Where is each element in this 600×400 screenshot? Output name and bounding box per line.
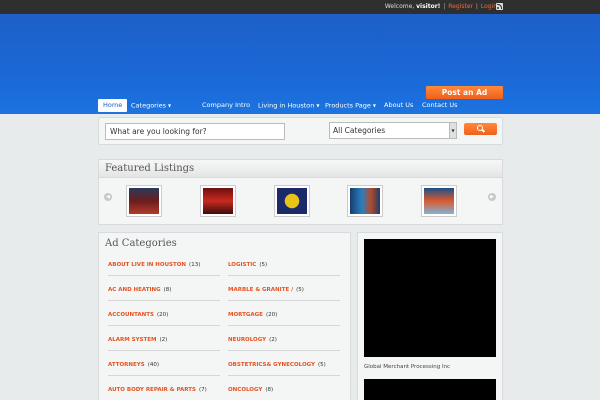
category-count: (7) xyxy=(199,387,207,393)
category-select[interactable]: All Categories ▼ xyxy=(329,122,457,139)
nav-home-label: Home xyxy=(103,101,123,109)
category-item[interactable]: MARBLE & GRANITE / (5) xyxy=(228,287,340,301)
category-name: AC AND HEATING xyxy=(108,287,161,293)
featured-title: Featured Listings xyxy=(105,163,195,174)
category-item[interactable]: NEUROLOGY (2) xyxy=(228,337,340,351)
nav-company-intro-label: Company Intro xyxy=(202,101,251,109)
category-name: ACCOUNTANTS xyxy=(108,312,154,318)
category-name: OBSTETRICS& GYNECOLOGY xyxy=(228,362,315,368)
welcome-text: Welcome, xyxy=(384,3,415,10)
top-bar: Welcome, visitor! | Register | Login | xyxy=(0,0,600,14)
separator: | xyxy=(475,3,478,10)
category-count: (20) xyxy=(156,312,169,318)
listing-thumbnail[interactable] xyxy=(126,185,162,217)
category-name: LOGISTIC xyxy=(228,262,257,268)
chevron-down-icon: ▼ xyxy=(168,103,172,108)
category-count: (13) xyxy=(189,262,201,268)
search-icon xyxy=(477,125,483,131)
category-select-value: All Categories xyxy=(333,126,386,135)
listing-image xyxy=(203,188,233,214)
featured-listings: Featured Listings ◀ ▶ xyxy=(98,159,503,225)
ad-categories-title: Ad Categories xyxy=(105,238,177,249)
category-name: ATTORNEYS xyxy=(108,362,145,368)
search-button[interactable] xyxy=(464,123,497,135)
category-item[interactable]: ACCOUNTANTS (20) xyxy=(108,312,220,326)
rss-icon[interactable] xyxy=(496,3,503,10)
category-count: (40) xyxy=(147,362,159,368)
nav-categories[interactable]: Categories ▼ xyxy=(131,99,171,112)
sidebar: Global Merchant Processing Inc xyxy=(357,232,503,400)
nav-products-label: Products Page xyxy=(325,101,371,110)
category-name: MORTGAGE xyxy=(228,312,263,318)
category-count: (8) xyxy=(265,387,274,393)
category-item[interactable]: AC AND HEATING (8) xyxy=(108,287,220,301)
listing-image xyxy=(277,188,307,214)
listing-image xyxy=(424,188,454,214)
nav-contact-us[interactable]: Contact Us xyxy=(422,99,458,112)
category-item[interactable]: OBSTETRICS& GYNECOLOGY (5) xyxy=(228,362,340,376)
category-count: (8) xyxy=(163,287,172,293)
video-player[interactable] xyxy=(364,379,496,400)
video-caption[interactable]: Global Merchant Processing Inc xyxy=(364,364,450,370)
category-count: (5) xyxy=(259,262,268,268)
listing-image xyxy=(129,188,159,214)
nav-categories-label: Categories xyxy=(131,101,167,110)
category-name: MARBLE & GRANITE / xyxy=(228,287,294,293)
category-item[interactable]: AUTO BODY REPAIR & PARTS (7) xyxy=(108,387,220,400)
chevron-left-icon[interactable]: ◀ xyxy=(104,193,112,201)
category-item[interactable]: ATTORNEYS (40) xyxy=(108,362,220,376)
category-name: ONCOLOGY xyxy=(228,387,263,393)
category-count: (2) xyxy=(159,337,168,343)
nav-about-label: About Us xyxy=(384,101,414,109)
category-item[interactable]: MORTGAGE (20) xyxy=(228,312,340,326)
search-bar: All Categories ▼ xyxy=(98,117,503,145)
category-name: ALARM SYSTEM xyxy=(108,337,157,343)
nav-home[interactable]: Home xyxy=(98,99,128,112)
nav-contact-label: Contact Us xyxy=(422,101,458,109)
category-name: ABOUT LIVE IN HOUSTON xyxy=(108,262,187,268)
main-nav: Home Categories ▼ Company Intro Living in… xyxy=(0,97,600,114)
category-name: AUTO BODY REPAIR & PARTS xyxy=(108,387,196,393)
category-item[interactable]: LOGISTIC (5) xyxy=(228,262,340,276)
ad-categories: Ad Categories ABOUT LIVE IN HOUSTON (13) … xyxy=(98,232,351,400)
nav-company-intro[interactable]: Company Intro xyxy=(202,99,250,112)
category-count: (5) xyxy=(318,362,326,368)
category-count: (2) xyxy=(269,337,277,343)
login-link[interactable]: Login xyxy=(481,3,497,10)
chevron-down-icon: ▼ xyxy=(372,103,376,108)
ad-categories-header: Ad Categories xyxy=(99,233,350,253)
category-item[interactable]: ONCOLOGY (8) xyxy=(228,387,340,400)
separator: | xyxy=(443,3,446,10)
nav-products-page[interactable]: Products Page ▼ xyxy=(325,99,376,112)
featured-header: Featured Listings xyxy=(99,160,502,178)
nav-living-in-houston[interactable]: Living in Houston ▼ xyxy=(258,99,319,112)
chevron-down-icon: ▼ xyxy=(449,123,456,138)
listing-thumbnail[interactable] xyxy=(347,185,383,217)
category-name: NEUROLOGY xyxy=(228,337,267,343)
listing-thumbnail[interactable] xyxy=(421,185,457,217)
register-link[interactable]: Register xyxy=(448,3,473,10)
nav-about-us[interactable]: About Us xyxy=(384,99,413,112)
welcome-message: Welcome, visitor! | Register | Login | xyxy=(385,3,503,10)
category-item[interactable]: ALARM SYSTEM (2) xyxy=(108,337,220,351)
chevron-right-icon[interactable]: ▶ xyxy=(488,193,496,201)
search-input[interactable] xyxy=(105,123,285,140)
category-count: (5) xyxy=(296,287,304,293)
chevron-down-icon: ▼ xyxy=(316,103,320,108)
username: visitor! xyxy=(416,3,441,10)
nav-living-label: Living in Houston xyxy=(258,101,315,110)
category-count: (20) xyxy=(265,312,278,318)
listing-thumbnail[interactable] xyxy=(200,185,236,217)
category-item[interactable]: ABOUT LIVE IN HOUSTON (13) xyxy=(108,262,220,276)
listing-image xyxy=(350,188,380,214)
video-player[interactable] xyxy=(364,239,496,357)
listing-thumbnail[interactable] xyxy=(274,185,310,217)
